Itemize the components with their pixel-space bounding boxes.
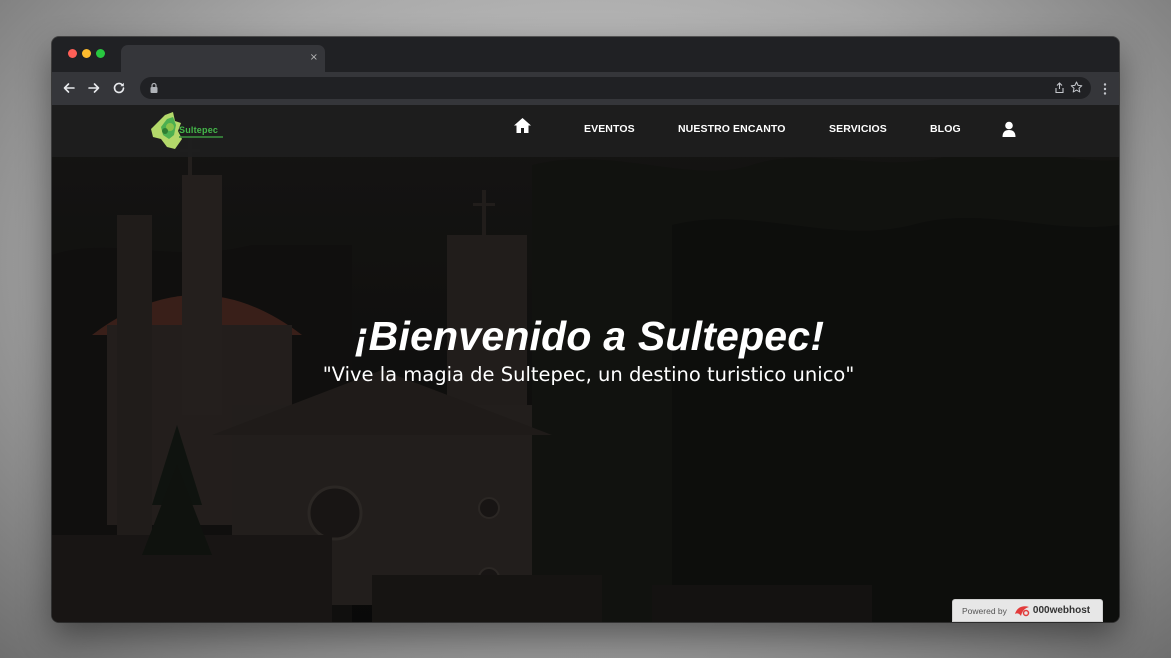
nav-item-blog[interactable]: BLOG — [930, 123, 961, 135]
hero-section: ¡Bienvenido a Sultepec! "Vive la magia d… — [52, 311, 1119, 386]
browser-tab[interactable]: × — [121, 45, 325, 72]
arrow-right-icon — [88, 83, 100, 93]
browser-titlebar: × — [52, 37, 1119, 72]
nav-item-eventos[interactable]: EVENTOS — [584, 123, 635, 135]
kebab-menu-icon[interactable] — [1099, 82, 1111, 96]
browser-toolbar — [52, 72, 1119, 105]
page-viewport: Sultepec EVENTOS NUESTRO ENCANTO SERVICI… — [52, 105, 1119, 622]
minimize-window-button[interactable] — [82, 49, 91, 58]
tab-close-icon[interactable]: × — [310, 51, 318, 65]
home-icon[interactable] — [513, 117, 532, 134]
powered-by-brand: 000webhost — [1032, 605, 1091, 616]
reload-button[interactable] — [111, 80, 127, 96]
user-icon[interactable] — [1002, 121, 1016, 137]
share-icon[interactable] — [1054, 82, 1065, 94]
close-window-button[interactable] — [68, 49, 77, 58]
powered-by-badge[interactable]: Powered by 000webhost — [952, 599, 1103, 622]
arrow-left-icon — [63, 83, 75, 93]
back-button[interactable] — [61, 80, 77, 96]
address-bar[interactable] — [140, 77, 1091, 99]
lock-icon — [150, 82, 158, 93]
webhost-logo-icon — [1014, 605, 1030, 616]
site-header: Sultepec EVENTOS NUESTRO ENCANTO SERVICI… — [52, 105, 1119, 157]
powered-by-label: Powered by — [962, 605, 1007, 616]
browser-window: × Sultepec EVENTOS NUESTRO ENCANTO SERVI… — [52, 37, 1119, 622]
star-icon[interactable] — [1070, 81, 1083, 94]
reload-icon — [113, 82, 125, 94]
nav-item-nuestro-encanto[interactable]: NUESTRO ENCANTO — [678, 123, 785, 135]
nav-item-servicios[interactable]: SERVICIOS — [829, 123, 887, 135]
maximize-window-button[interactable] — [96, 49, 105, 58]
hero-title: ¡Bienvenido a Sultepec! — [354, 313, 825, 359]
forward-button[interactable] — [86, 80, 102, 96]
main-nav: EVENTOS NUESTRO ENCANTO SERVICIOS BLOG — [52, 105, 1119, 157]
hero-subtitle: "Vive la magia de Sultepec, un destino t… — [322, 363, 855, 386]
